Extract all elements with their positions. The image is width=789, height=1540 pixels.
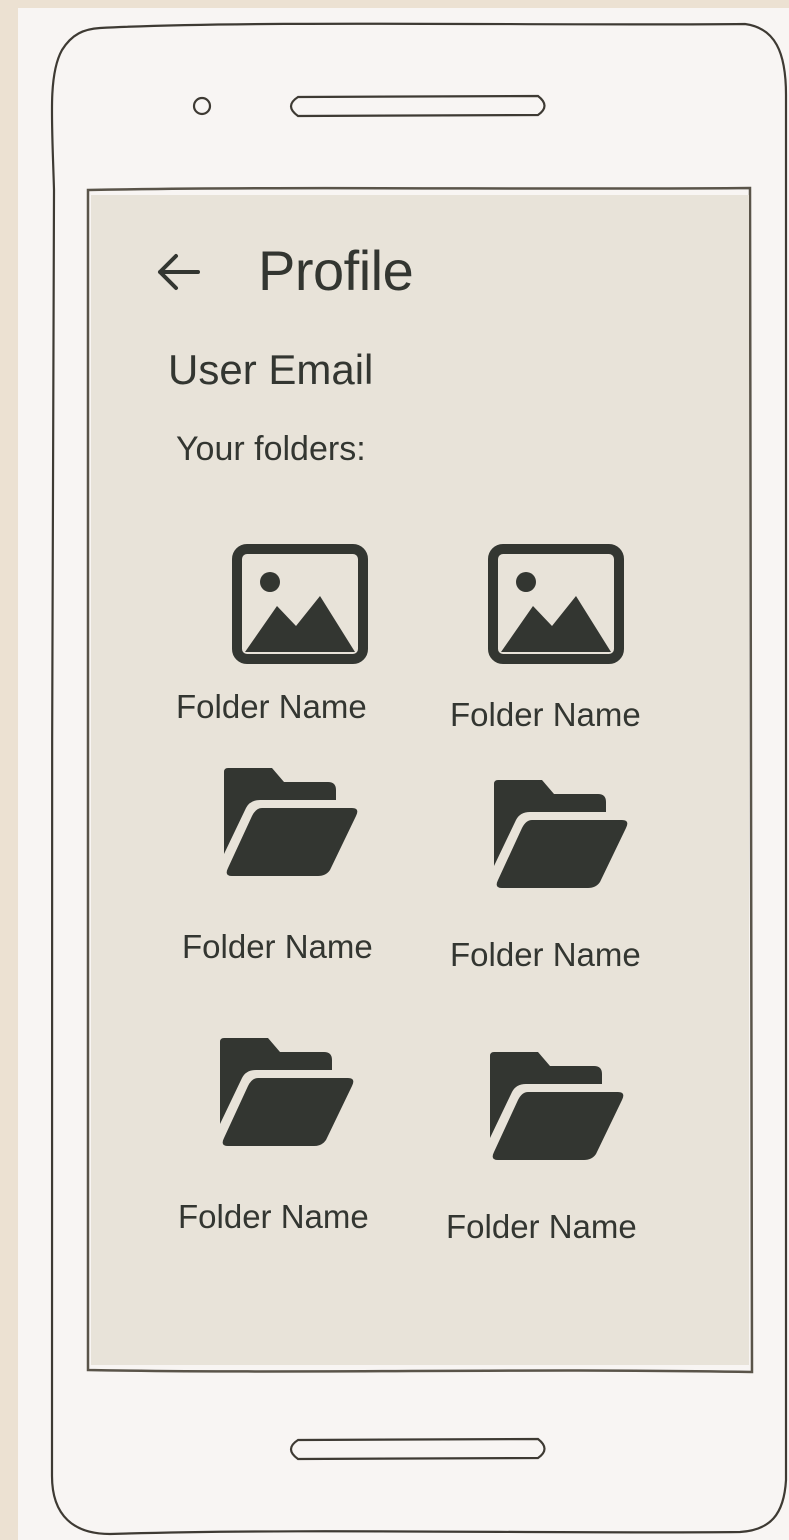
folder-name-label: Folder Name (182, 928, 373, 965)
folder-name-label: Folder Name (178, 1198, 369, 1235)
folder-open-icon (494, 780, 628, 888)
image-icon (488, 544, 624, 664)
folders-heading: Your folders: (176, 430, 366, 468)
folder-item-1[interactable]: Folder Name (176, 540, 406, 732)
folder-name-label: Folder Name (446, 1208, 637, 1245)
image-icon (232, 544, 368, 664)
back-arrow-icon[interactable] (152, 250, 202, 294)
folder-name-label: Folder Name (176, 688, 367, 725)
user-email-label: User Email (168, 346, 374, 393)
folder-item-2[interactable]: Folder Name (450, 540, 680, 740)
folder-item-3[interactable]: Folder Name (180, 766, 410, 976)
folder-item-5[interactable]: Folder Name (178, 1036, 408, 1246)
folder-open-icon (490, 1052, 624, 1160)
folder-open-icon (224, 768, 358, 876)
folder-name-label: Folder Name (450, 936, 641, 973)
folder-item-6[interactable]: Folder Name (446, 1050, 676, 1260)
folder-open-icon (220, 1038, 354, 1146)
folder-name-label: Folder Name (450, 696, 641, 733)
folder-item-4[interactable]: Folder Name (450, 778, 680, 988)
page-title: Profile (258, 239, 414, 302)
